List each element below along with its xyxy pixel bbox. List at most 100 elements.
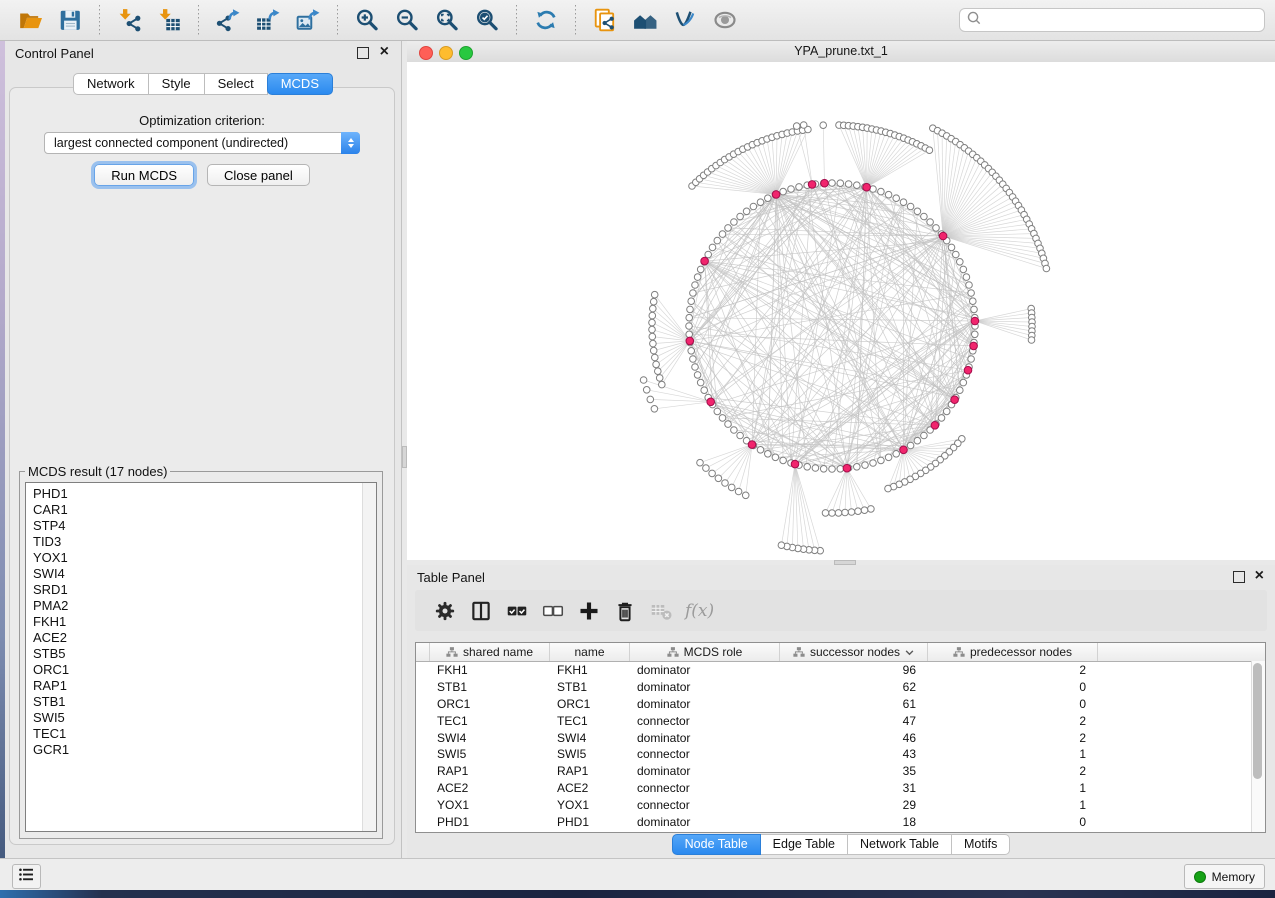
export-table-icon[interactable] [251,5,285,35]
cell-name[interactable]: ACE2 [550,781,630,795]
cell-successor-nodes[interactable]: 61 [780,697,928,711]
cell-mcds-role[interactable]: dominator [630,680,780,694]
task-history-button[interactable] [12,864,41,889]
cell-name[interactable]: SWI5 [550,747,630,761]
table-row[interactable]: FKH1FKH1dominator962 [416,662,1265,679]
tab-motifs[interactable]: Motifs [952,834,1010,855]
table-row[interactable]: YOX1YOX1connector291 [416,796,1265,813]
columns-icon[interactable] [463,596,499,626]
close-icon[interactable]: × [1255,566,1264,586]
import-table-icon[interactable] [152,5,186,35]
mcds-result-item[interactable]: RAP1 [33,678,376,694]
column-header-MCDS-role[interactable]: MCDS role [630,643,780,661]
cell-successor-nodes[interactable]: 35 [780,764,928,778]
cell-predecessor-nodes[interactable]: 1 [928,798,1098,812]
float-window-icon[interactable] [1233,571,1245,583]
zoom-fit-icon[interactable] [430,5,464,35]
run-mcds-button[interactable]: Run MCDS [94,164,194,186]
tab-edge-table[interactable]: Edge Table [761,834,848,855]
cell-predecessor-nodes[interactable]: 0 [928,697,1098,711]
cell-mcds-role[interactable]: dominator [630,697,780,711]
cell-shared-name[interactable]: FKH1 [430,663,550,677]
mcds-result-item[interactable]: ORC1 [33,662,376,678]
cell-shared-name[interactable]: SWI5 [430,747,550,761]
table-row[interactable]: ORC1ORC1dominator610 [416,696,1265,713]
home-pair-icon[interactable] [628,5,662,35]
mcds-result-item[interactable]: PHD1 [33,486,376,502]
mcds-result-item[interactable]: ACE2 [33,630,376,646]
cell-successor-nodes[interactable]: 47 [780,714,928,728]
column-header-predecessor-nodes[interactable]: predecessor nodes [928,643,1098,661]
zoom-selected-icon[interactable] [470,5,504,35]
cell-predecessor-nodes[interactable]: 2 [928,714,1098,728]
network-window-titlebar[interactable]: YPA_prune.txt_1 [407,41,1275,63]
cell-mcds-role[interactable]: connector [630,781,780,795]
search-box[interactable] [959,8,1265,32]
network-canvas[interactable] [407,62,1275,560]
close-icon[interactable]: × [380,42,389,62]
gear-icon[interactable] [427,596,463,626]
mcds-result-item[interactable]: STB5 [33,646,376,662]
mcds-result-list[interactable]: PHD1CAR1STP4TID3YOX1SWI4SRD1PMA2FKH1ACE2… [25,482,377,832]
cell-shared-name[interactable]: TEC1 [430,714,550,728]
cell-predecessor-nodes[interactable]: 1 [928,781,1098,795]
optimization-criterion-select[interactable]: largest connected component (undirected) [44,132,360,154]
cell-mcds-role[interactable]: dominator [630,663,780,677]
cell-predecessor-nodes[interactable]: 2 [928,764,1098,778]
zoom-in-icon[interactable] [350,5,384,35]
cell-shared-name[interactable]: SWI4 [430,731,550,745]
cell-shared-name[interactable]: PHD1 [430,815,550,829]
cell-mcds-role[interactable]: dominator [630,731,780,745]
result-list-scrollbar[interactable] [362,483,376,831]
select-all-icon[interactable] [499,596,535,626]
column-header-successor-nodes[interactable]: successor nodes [780,643,928,661]
table-row[interactable]: TEC1TEC1connector472 [416,712,1265,729]
table-row[interactable]: RAP1RAP1dominator352 [416,763,1265,780]
mcds-result-item[interactable]: FKH1 [33,614,376,630]
cell-name[interactable]: RAP1 [550,764,630,778]
cell-successor-nodes[interactable]: 29 [780,798,928,812]
tab-select[interactable]: Select [205,73,268,95]
float-window-icon[interactable] [357,47,369,59]
cell-successor-nodes[interactable]: 31 [780,781,928,795]
memory-button[interactable]: Memory [1184,864,1265,889]
table-row[interactable]: PHD1PHD1dominator180 [416,813,1265,830]
delete-icon[interactable] [607,596,643,626]
add-icon[interactable] [571,596,607,626]
mcds-result-item[interactable]: STB1 [33,694,376,710]
save-icon[interactable] [53,5,87,35]
network-file-icon[interactable] [588,5,622,35]
mcds-result-item[interactable]: CAR1 [33,502,376,518]
cell-predecessor-nodes[interactable]: 2 [928,731,1098,745]
cell-mcds-role[interactable]: connector [630,798,780,812]
column-header-name[interactable]: name [550,643,630,661]
cell-name[interactable]: ORC1 [550,697,630,711]
mcds-result-item[interactable]: YOX1 [33,550,376,566]
cell-shared-name[interactable]: STB1 [430,680,550,694]
mcds-result-item[interactable]: TEC1 [33,726,376,742]
cell-shared-name[interactable]: ORC1 [430,697,550,711]
cell-successor-nodes[interactable]: 18 [780,815,928,829]
cell-successor-nodes[interactable]: 46 [780,731,928,745]
cell-name[interactable]: STB1 [550,680,630,694]
export-image-icon[interactable] [291,5,325,35]
cell-name[interactable]: PHD1 [550,815,630,829]
mcds-result-item[interactable]: GCR1 [33,742,376,758]
graphics-details-icon[interactable] [668,5,702,35]
table-scrollbar[interactable] [1251,661,1265,832]
close-panel-button[interactable]: Close panel [207,164,310,186]
mcds-result-item[interactable]: SRD1 [33,582,376,598]
mcds-result-item[interactable]: STP4 [33,518,376,534]
table-row[interactable]: STB1STB1dominator620 [416,679,1265,696]
column-header-shared-name[interactable]: shared name [430,643,550,661]
birds-eye-icon[interactable] [708,5,742,35]
cell-successor-nodes[interactable]: 62 [780,680,928,694]
cell-mcds-role[interactable]: connector [630,747,780,761]
import-network-icon[interactable] [112,5,146,35]
cell-mcds-role[interactable]: connector [630,714,780,728]
tab-network[interactable]: Network [73,73,149,95]
cell-predecessor-nodes[interactable]: 0 [928,680,1098,694]
cell-name[interactable]: SWI4 [550,731,630,745]
cell-predecessor-nodes[interactable]: 2 [928,663,1098,677]
cell-successor-nodes[interactable]: 96 [780,663,928,677]
